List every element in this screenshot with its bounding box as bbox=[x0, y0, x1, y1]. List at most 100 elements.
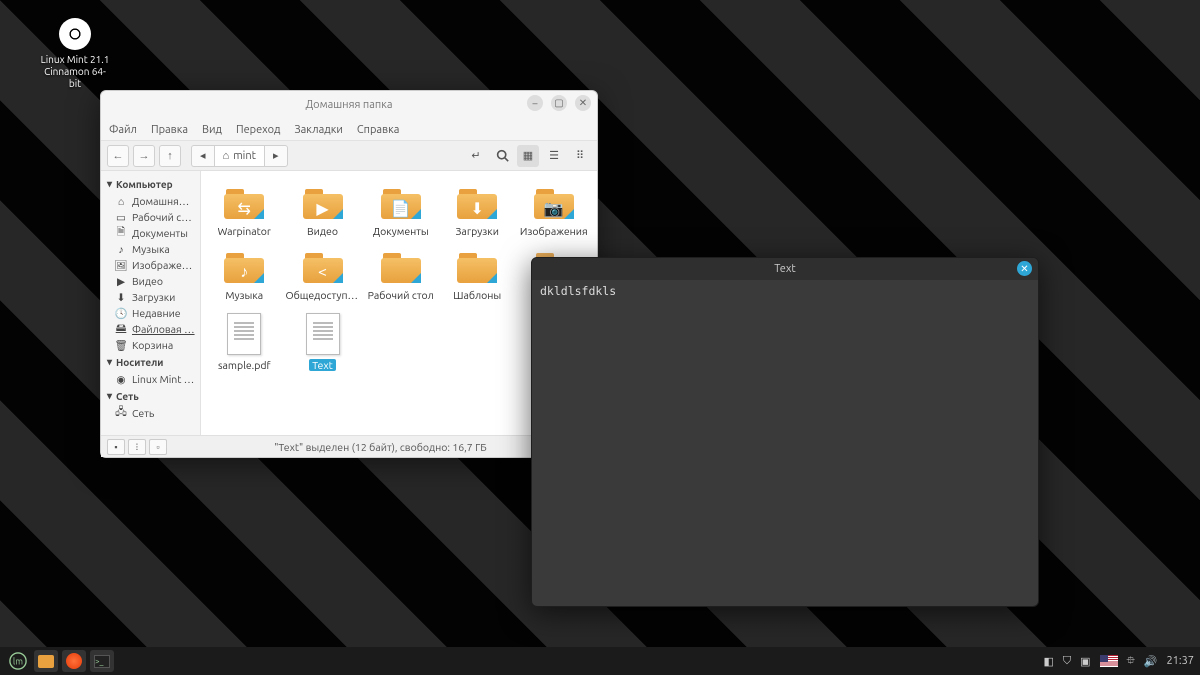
desktop-icon-label1: Linux Mint 21.1 bbox=[40, 54, 110, 66]
file-name: Общедоступные bbox=[286, 289, 360, 301]
music-icon: ♪ bbox=[115, 243, 127, 255]
file-name: Видео bbox=[307, 225, 338, 237]
nav-back-button[interactable]: ← bbox=[107, 145, 129, 167]
sidebar-hdr-media[interactable]: ▾Носители bbox=[101, 353, 200, 371]
editor-close-button[interactable]: ✕ bbox=[1017, 261, 1032, 276]
tray-display-icon[interactable]: ▣ bbox=[1080, 655, 1090, 668]
sidebar-item[interactable]: ◉Linux Mint …⏏ bbox=[101, 371, 200, 387]
file-item[interactable]: <Общедоступные bbox=[284, 245, 362, 305]
sidebar-item[interactable]: ♪Музыка bbox=[101, 241, 200, 257]
fm-titlebar[interactable]: Домашняя папка – ▢ ✕ bbox=[101, 91, 597, 119]
file-item[interactable]: 📄 Документы bbox=[364, 181, 439, 241]
tray-updates-icon[interactable]: ◧ bbox=[1043, 655, 1053, 668]
view-icons-button[interactable]: ▦ bbox=[517, 145, 539, 167]
folder-icon bbox=[379, 249, 423, 285]
view-compact-button[interactable]: ⠿ bbox=[569, 145, 591, 167]
sidebar-item[interactable]: 🗑Корзина bbox=[101, 337, 200, 353]
eject-icon[interactable]: ⏏ bbox=[199, 374, 200, 385]
disc-icon: ◉ bbox=[115, 373, 127, 385]
file-name: sample.pdf bbox=[218, 359, 271, 371]
sidebar-item[interactable]: 🖼Изображе… bbox=[101, 257, 200, 273]
desktop-icon-iso[interactable]: Linux Mint 21.1 Cinnamon 64-bit bbox=[40, 18, 110, 90]
menu-go[interactable]: Переход bbox=[236, 124, 280, 136]
editor-textarea[interactable]: dkldlsfdkls bbox=[532, 280, 1038, 606]
tray-security-icon[interactable]: ⛉ bbox=[1063, 655, 1071, 668]
file-name: Изображения bbox=[520, 225, 588, 237]
minimize-button[interactable]: – bbox=[527, 95, 543, 111]
folder-icon: 📄 bbox=[379, 185, 423, 221]
file-item[interactable]: Шаблоны bbox=[440, 245, 515, 305]
tree-toggle[interactable]: ⁝ bbox=[128, 439, 146, 455]
taskbar-terminal-button[interactable]: >_ bbox=[90, 650, 114, 672]
tray-network-icon[interactable]: ⯐ bbox=[1127, 652, 1135, 671]
file-item[interactable]: ▶Видео bbox=[284, 181, 362, 241]
close-panel[interactable]: ▫ bbox=[149, 439, 167, 455]
menu-view[interactable]: Вид bbox=[202, 124, 222, 136]
file-name: Документы bbox=[373, 225, 429, 237]
view-list-button[interactable]: ☰ bbox=[543, 145, 565, 167]
sidebar-hdr-network[interactable]: ▾Сеть bbox=[101, 387, 200, 405]
file-name: Шаблоны bbox=[453, 289, 501, 301]
taskbar-files-button[interactable] bbox=[34, 650, 58, 672]
file-item[interactable]: sample.pdf bbox=[207, 309, 282, 375]
fm-statusbar: ▪ ⁝ ▫ "Text" выделен (12 байт), свободно… bbox=[101, 435, 597, 457]
places-toggle[interactable]: ▪ bbox=[107, 439, 125, 455]
flag-us-icon bbox=[1100, 655, 1118, 667]
tray-keyboard-icon[interactable] bbox=[1100, 655, 1118, 667]
file-name: Загрузки bbox=[456, 225, 499, 237]
menu-file[interactable]: Файл bbox=[109, 124, 137, 136]
folder-icon: ⇆ bbox=[222, 185, 266, 221]
sidebar-item[interactable]: 🖧Сеть bbox=[101, 405, 200, 421]
file-item[interactable]: Рабочий стол bbox=[364, 245, 439, 305]
file-item[interactable]: ⇆Warpinator bbox=[207, 181, 282, 241]
toggle-location-button[interactable]: ↵ bbox=[465, 145, 487, 167]
chevron-down-icon: ▾ bbox=[107, 356, 112, 368]
file-item[interactable]: Text bbox=[284, 309, 362, 375]
fs-icon: 🖴 bbox=[115, 323, 127, 335]
download-icon: ⬇ bbox=[115, 291, 127, 303]
menu-edit[interactable]: Правка bbox=[151, 124, 188, 136]
folder-icon: ♪ bbox=[222, 249, 266, 285]
status-text: "Text" выделен (12 байт), свободно: 16,7… bbox=[170, 441, 591, 453]
svg-text:lm: lm bbox=[13, 657, 23, 667]
folder-icon: 📷 bbox=[532, 185, 576, 221]
sidebar-item[interactable]: ▶Видео bbox=[101, 273, 200, 289]
menu-bookmarks[interactable]: Закладки bbox=[294, 124, 342, 136]
text-file-icon bbox=[306, 313, 340, 355]
sidebar-item[interactable]: ⌂Домашня… bbox=[101, 193, 200, 209]
search-button[interactable] bbox=[491, 145, 513, 167]
tray-volume-icon[interactable]: 🔊 bbox=[1144, 655, 1158, 668]
trash-icon: 🗑 bbox=[115, 339, 127, 351]
path-bar: ◂ ⌂mint ▸ bbox=[191, 145, 288, 167]
sidebar-item[interactable]: 🕓Недавние bbox=[101, 305, 200, 321]
pic-icon: 🖼 bbox=[115, 259, 127, 271]
file-manager-window: Домашняя папка – ▢ ✕ Файл Правка Вид Пер… bbox=[100, 90, 598, 458]
file-item[interactable]: ⬇Загрузки bbox=[440, 181, 515, 241]
system-tray: ◧ ⛉ ▣ ⯐ 🔊 21:37 bbox=[1043, 652, 1194, 671]
maximize-button[interactable]: ▢ bbox=[551, 95, 567, 111]
file-item[interactable]: ♪Музыка bbox=[207, 245, 282, 305]
pdf-icon bbox=[227, 313, 261, 355]
sidebar-item[interactable]: ▭Рабочий с… bbox=[101, 209, 200, 225]
home-icon: ⌂ bbox=[115, 195, 127, 207]
file-item[interactable]: 📷 Изображения bbox=[517, 181, 592, 241]
desktop-icon: ▭ bbox=[115, 211, 127, 223]
path-home[interactable]: ⌂mint bbox=[214, 145, 264, 167]
sidebar-item[interactable]: ⬇Загрузки bbox=[101, 289, 200, 305]
taskbar-firefox-button[interactable] bbox=[62, 650, 86, 672]
menu-help[interactable]: Справка bbox=[357, 124, 400, 136]
path-next[interactable]: ▸ bbox=[264, 145, 288, 167]
start-menu-button[interactable]: lm bbox=[6, 650, 30, 672]
fm-menubar: Файл Правка Вид Переход Закладки Справка bbox=[101, 119, 597, 141]
sidebar-hdr-computer[interactable]: ▾Компьютер bbox=[101, 175, 200, 193]
nav-forward-button[interactable]: → bbox=[133, 145, 155, 167]
path-prev[interactable]: ◂ bbox=[191, 145, 214, 167]
tray-clock[interactable]: 21:37 bbox=[1166, 655, 1194, 667]
close-button[interactable]: ✕ bbox=[575, 95, 591, 111]
sidebar-item[interactable]: 🖴Файловая … bbox=[101, 321, 200, 337]
sidebar-item[interactable]: 🗎Документы bbox=[101, 225, 200, 241]
nav-up-button[interactable]: ↑ bbox=[159, 145, 181, 167]
fm-toolbar: ← → ↑ ◂ ⌂mint ▸ ↵ ▦ ☰ ⠿ bbox=[101, 141, 597, 171]
editor-titlebar[interactable]: Text ✕ bbox=[532, 258, 1038, 280]
fm-title: Домашняя папка bbox=[305, 99, 392, 111]
